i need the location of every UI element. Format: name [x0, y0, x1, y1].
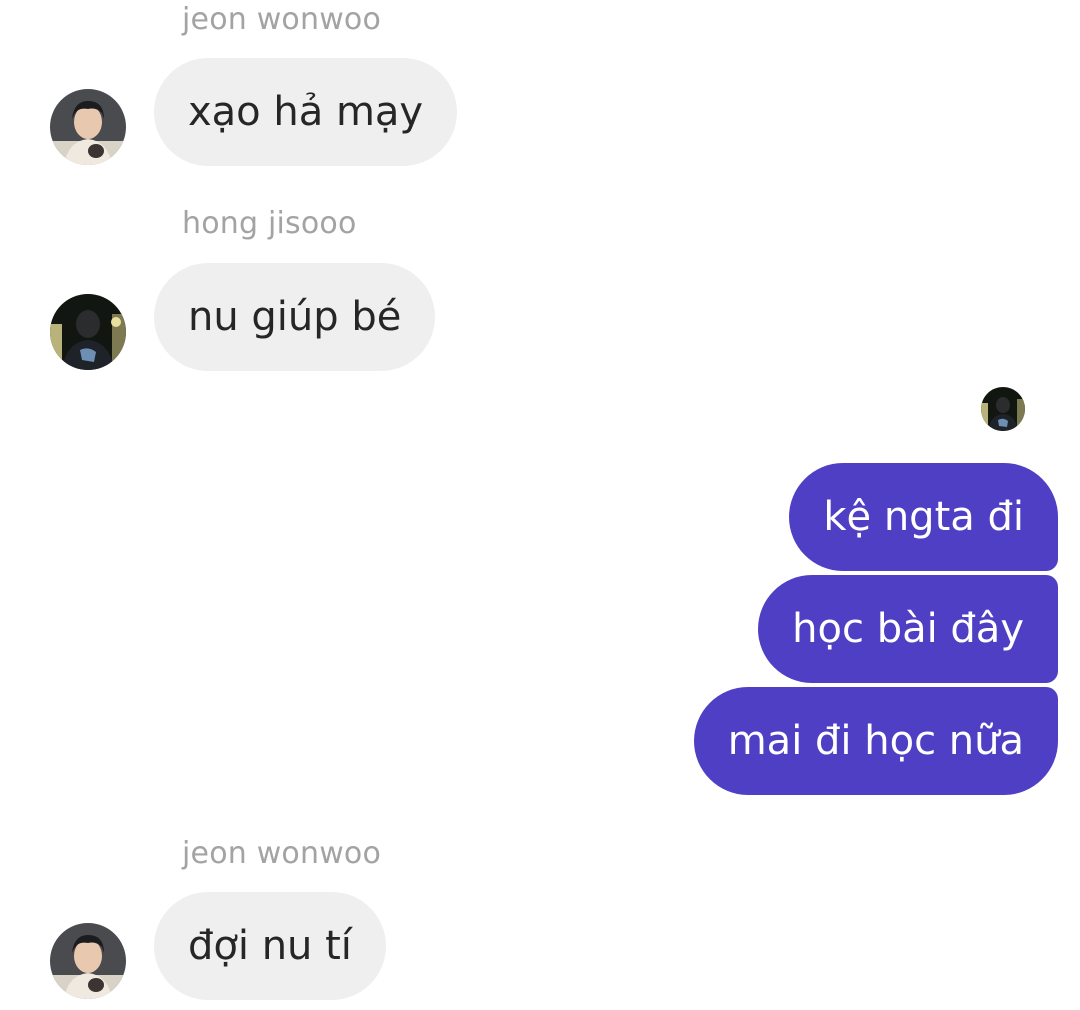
- sender-name: jeon wonwoo: [182, 836, 382, 871]
- avatar-wonwoo-icon[interactable]: [50, 89, 126, 165]
- outgoing-message-bubble[interactable]: kệ ngta đi: [789, 463, 1058, 571]
- chat-thread: jeon wonwoo xạo hả mạy hong jisooo nu gi…: [0, 0, 1080, 1010]
- outgoing-message-bubble[interactable]: mai đi học nữa: [693, 687, 1058, 795]
- seen-avatar-icon: [981, 387, 1025, 431]
- message-bubble[interactable]: nu giúp bé: [154, 263, 436, 371]
- outgoing-message-bubble[interactable]: học bài đây: [758, 575, 1058, 683]
- avatar-jisoo-icon[interactable]: [50, 294, 126, 370]
- sender-name: hong jisooo: [182, 206, 357, 241]
- avatar-wonwoo-icon[interactable]: [50, 923, 126, 999]
- message-bubble[interactable]: đợi nu tí: [154, 892, 386, 1000]
- message-bubble[interactable]: xạo hả mạy: [154, 58, 458, 166]
- sender-name: jeon wonwoo: [182, 2, 382, 37]
